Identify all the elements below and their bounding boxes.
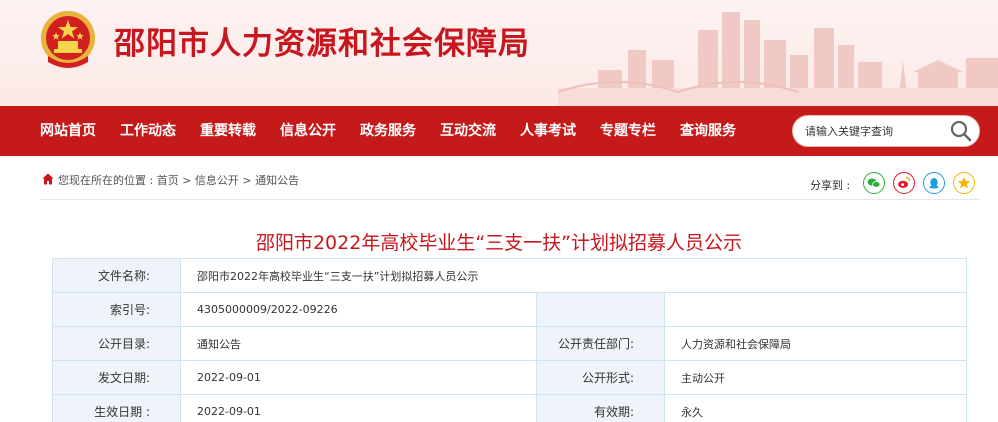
form-label: 公开形式: (536, 360, 665, 395)
empty-label-cell (536, 292, 665, 327)
table-row: 索引号: 4305000009/2022-09226 (52, 292, 968, 327)
site-header: 邵阳市人力资源和社会保障局 (0, 0, 998, 106)
breadcrumb-info-disclosure[interactable]: 信息公开 (195, 174, 239, 187)
table-row: 文件名称: 邵阳市2022年高校毕业生“三支一扶”计划拟招募人员公示 (52, 258, 968, 293)
breadcrumb: 您现在所在的位置 : 首页 > 信息公开 > 通知公告 (58, 172, 299, 188)
main-nav: 网站首页 工作动态 重要转载 信息公开 政务服务 互动交流 人事考试 专题专栏 … (0, 106, 998, 156)
home-icon (42, 173, 54, 185)
breadcrumb-prefix: 您现在所在的位置 : (58, 174, 157, 187)
catalog-value: 通知公告 (180, 326, 537, 361)
nav-item-query-services[interactable]: 查询服务 (680, 106, 736, 156)
issue-date-value: 2022-09-01 (180, 360, 537, 395)
table-row: 发文日期: 2022-09-01 公开形式: 主动公开 (52, 360, 968, 395)
breadcrumb-bar: 您现在所在的位置 : 首页 > 信息公开 > 通知公告 分享到 : (40, 164, 980, 200)
index-label: 索引号: (52, 292, 181, 327)
effective-date-label: 生效日期 : (52, 394, 181, 422)
dept-value: 人力资源和社会保障局 (663, 326, 968, 361)
issue-date-label: 发文日期: (52, 360, 181, 395)
breadcrumb-separator: > (238, 174, 256, 187)
share-label: 分享到 : (810, 179, 851, 192)
breadcrumb-home[interactable]: 首页 (157, 174, 179, 187)
wechat-icon[interactable] (863, 172, 885, 194)
city-skyline-decoration (558, 12, 998, 106)
qq-icon[interactable] (923, 172, 945, 194)
validity-label: 有效期: (536, 394, 665, 422)
national-emblem-icon (41, 11, 95, 68)
nav-item-work-news[interactable]: 工作动态 (120, 106, 176, 156)
article-title: 邵阳市2022年高校毕业生“三支一扶”计划拟招募人员公示 (255, 232, 743, 254)
file-name-label: 文件名称: (52, 258, 181, 293)
document-info-table: 文件名称: 邵阳市2022年高校毕业生“三支一扶”计划拟招募人员公示 索引号: … (52, 258, 968, 422)
dept-label: 公开责任部门: (536, 326, 665, 361)
nav-item-info-disclosure[interactable]: 信息公开 (280, 106, 336, 156)
breadcrumb-separator: > (178, 174, 195, 187)
nav-item-exams[interactable]: 人事考试 (520, 106, 576, 156)
effective-date-value: 2022-09-01 (180, 394, 537, 422)
table-row: 生效日期 : 2022-09-01 有效期: 永久 (52, 394, 968, 422)
table-row: 公开目录: 通知公告 公开责任部门: 人力资源和社会保障局 (52, 326, 968, 361)
nav-item-reprints[interactable]: 重要转载 (200, 106, 256, 156)
validity-value: 永久 (663, 394, 968, 422)
search-box (792, 115, 980, 147)
breadcrumb-notices[interactable]: 通知公告 (255, 174, 299, 187)
search-icon[interactable] (949, 119, 973, 143)
form-value: 主动公开 (663, 360, 968, 395)
nav-item-home[interactable]: 网站首页 (40, 106, 96, 156)
nav-item-special-topics[interactable]: 专题专栏 (600, 106, 656, 156)
catalog-label: 公开目录: (52, 326, 181, 361)
index-value: 4305000009/2022-09226 (180, 292, 537, 327)
empty-value-cell (663, 292, 968, 327)
search-input[interactable] (805, 116, 945, 146)
weibo-icon[interactable] (893, 172, 915, 194)
nav-item-interaction[interactable]: 互动交流 (440, 106, 496, 156)
site-title: 邵阳市人力资源和社会保障局 (114, 26, 530, 62)
file-name-value: 邵阳市2022年高校毕业生“三支一扶”计划拟招募人员公示 (179, 258, 968, 293)
qzone-icon[interactable] (953, 172, 975, 194)
nav-item-gov-services[interactable]: 政务服务 (360, 106, 416, 156)
